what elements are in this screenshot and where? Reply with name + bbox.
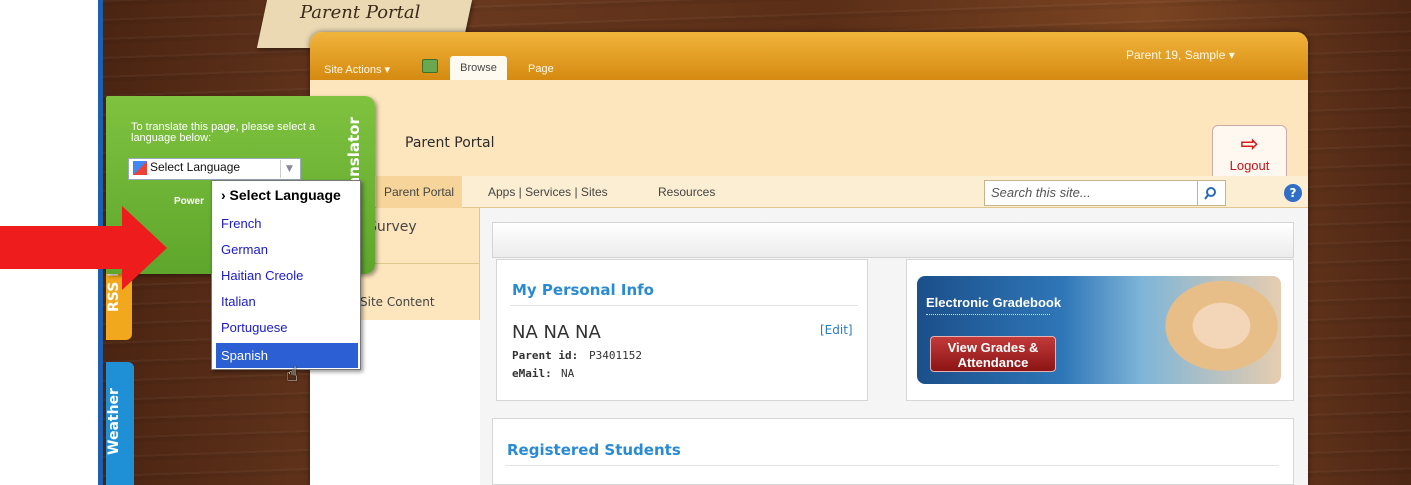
logout-label: Logout [1229, 158, 1270, 173]
translator-instructions: To translate this page, please select a … [131, 121, 316, 144]
logout-icon: ⇨ [1240, 132, 1259, 157]
divider [505, 465, 1279, 466]
gradebook-title: Electronic Gradebook [926, 295, 1062, 310]
red-arrow-shaft [0, 226, 125, 269]
left-nav-site-content[interactable]: Site Content [360, 295, 435, 309]
search-button[interactable] [1198, 180, 1226, 206]
site-title: Parent Portal [405, 135, 495, 151]
red-arrow-icon [122, 206, 167, 290]
edit-page-icon[interactable] [422, 59, 438, 73]
content-header-bar [492, 222, 1294, 258]
parent-id-label: Parent id: [512, 349, 579, 362]
site-actions-menu[interactable]: Site Actions ▾ [324, 63, 390, 76]
search-icon [1204, 187, 1216, 200]
email-value: NA [561, 367, 575, 380]
option-german[interactable]: German [212, 237, 360, 262]
language-dropdown: › Select Language French German Haitian … [211, 180, 361, 370]
nav-item-apps[interactable]: Apps | Services | Sites [488, 185, 608, 199]
portal-tag-title: Parent Portal [300, 2, 421, 23]
edit-link[interactable]: [Edit] [820, 323, 853, 337]
personal-info-heading: My Personal Info [512, 281, 654, 299]
option-italian[interactable]: Italian [212, 289, 360, 314]
nav-item-parent-portal[interactable]: Parent Portal [376, 176, 463, 208]
option-french[interactable]: French [212, 211, 360, 236]
divider [926, 314, 1050, 315]
registered-students-heading: Registered Students [507, 441, 681, 459]
student-photo [1150, 279, 1280, 383]
left-nav-survey[interactable]: Survey [368, 219, 417, 235]
search-input[interactable]: Search this site... [984, 180, 1198, 206]
language-select-value: Select Language [150, 160, 241, 174]
email-label: eMail: [512, 367, 552, 380]
tab-browse[interactable]: Browse [450, 56, 507, 80]
hand-cursor-icon: ☝ [286, 362, 299, 386]
nav-item-resources[interactable]: Resources [658, 185, 715, 199]
google-translate-icon [133, 161, 147, 175]
option-portuguese[interactable]: Portuguese [212, 315, 360, 340]
option-haitian-creole[interactable]: Haitian Creole [212, 263, 360, 288]
parent-name: NA NA NA [512, 322, 601, 343]
option-select-language[interactable]: › Select Language [212, 183, 360, 208]
divider [510, 305, 858, 306]
powered-by-text: Power [174, 196, 205, 207]
tab-page[interactable]: Page [528, 63, 554, 75]
view-grades-button[interactable]: View Grades & Attendance [930, 336, 1056, 372]
chevron-down-icon[interactable]: ▼ [280, 160, 298, 178]
help-icon[interactable]: ? [1284, 184, 1302, 202]
user-menu[interactable]: Parent 19, Sample ▾ [1126, 48, 1235, 62]
weather-label: Weather [106, 388, 122, 456]
parent-id-value: P3401152 [589, 349, 642, 362]
